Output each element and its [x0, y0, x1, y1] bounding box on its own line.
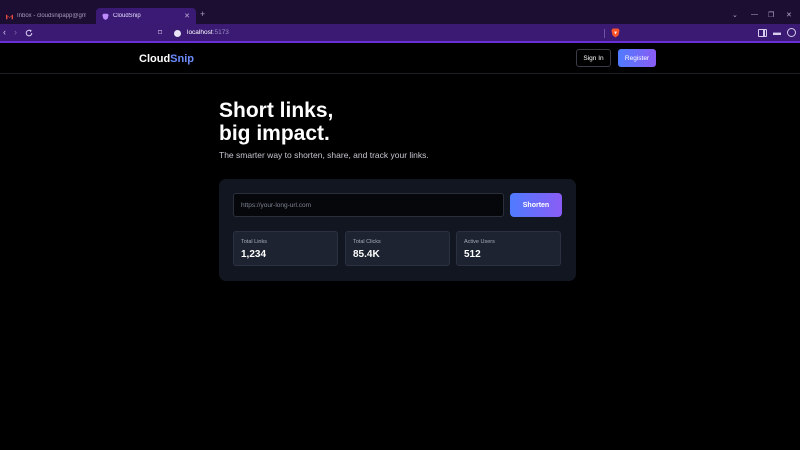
hero-title-line2: big impact. — [219, 122, 330, 145]
forward-icon[interactable]: › — [14, 27, 17, 37]
register-button[interactable]: Register — [618, 49, 656, 67]
logo[interactable]: CloudSnip — [139, 53, 194, 65]
tab-cloudsnip[interactable]: CloudSnip ✕ — [96, 8, 196, 24]
address-divider — [604, 29, 605, 38]
back-icon[interactable]: ‹ — [3, 27, 6, 37]
sign-in-button[interactable]: Sign In — [576, 49, 611, 67]
minimize-icon[interactable]: — — [751, 11, 758, 18]
url-input[interactable] — [233, 193, 504, 217]
stat-label: Total Links — [241, 239, 267, 245]
site-info-icon[interactable] — [174, 30, 181, 37]
tab-label: CloudSnip — [113, 13, 141, 19]
stat-value: 512 — [464, 249, 481, 260]
wallet-icon[interactable]: ▬ — [773, 28, 781, 37]
stat-label: Total Clicks — [353, 239, 381, 245]
shortener-card: Shorten Total Links 1,234 Total Clicks 8… — [219, 179, 576, 281]
stat-value: 1,234 — [241, 249, 267, 260]
site-header: CloudSnip Sign In Register — [0, 44, 800, 74]
address-bar: ‹ › ⌑ localhost:5173 ▬ — [0, 24, 800, 43]
reload-icon[interactable] — [25, 29, 33, 37]
menu-icon[interactable] — [787, 28, 796, 37]
close-window-icon[interactable]: ✕ — [786, 11, 792, 19]
bookmark-icon[interactable]: ⌑ — [158, 28, 162, 37]
new-tab-button[interactable]: + — [200, 9, 205, 19]
brave-shields-icon[interactable] — [611, 28, 620, 38]
tab-search-icon[interactable]: ⌄ — [732, 11, 738, 19]
stat-total-clicks: Total Clicks 85.4K — [345, 231, 450, 266]
browser-tab-bar: Inbox - cloudsnipapp@gmail.com CloudSnip… — [0, 0, 800, 24]
stat-active-users: Active Users 512 — [456, 231, 561, 266]
sidebar-toggle-icon[interactable] — [758, 29, 767, 37]
brave-favicon — [102, 13, 109, 20]
shorten-button[interactable]: Shorten — [510, 193, 562, 217]
gmail-icon — [6, 13, 13, 19]
hero-title: Short links, big impact. — [219, 99, 333, 145]
hero-subtitle: The smarter way to shorten, share, and t… — [219, 150, 429, 160]
tab-inbox[interactable]: Inbox - cloudsnipapp@gmail.com — [0, 8, 92, 24]
stat-value: 85.4K — [353, 249, 380, 260]
url-text[interactable]: localhost:5173 — [187, 29, 229, 36]
tab-label: Inbox - cloudsnipapp@gmail.com — [17, 13, 86, 19]
stat-label: Active Users — [464, 239, 495, 245]
close-tab-icon[interactable]: ✕ — [184, 12, 190, 20]
restore-icon[interactable]: ❐ — [768, 11, 774, 19]
hero-title-line1: Short links, — [219, 99, 334, 122]
stat-total-links: Total Links 1,234 — [233, 231, 338, 266]
